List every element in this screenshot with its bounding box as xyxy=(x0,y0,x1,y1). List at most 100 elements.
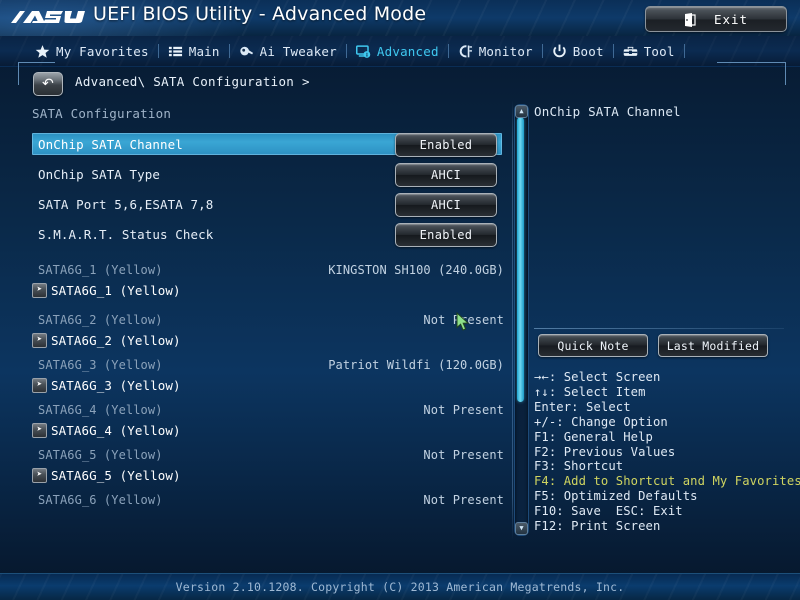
exit-button[interactable]: Exit xyxy=(645,6,787,32)
help-title: OnChip SATA Channel xyxy=(534,104,681,119)
menu-bar: My Favorites Main Ai Tweaker Advanced Mo… xyxy=(0,36,800,67)
value-button-sata-port-5678[interactable]: AHCI xyxy=(395,193,497,217)
device-name: SATA6G_2 (Yellow) xyxy=(38,313,163,327)
key-legend-item: +/-: Change Option xyxy=(534,414,668,429)
tab-tool[interactable]: Tool xyxy=(614,36,684,66)
last-modified-button[interactable]: Last Modified xyxy=(658,334,768,357)
device-name: SATA6G_1 (Yellow) xyxy=(38,263,163,277)
menu-separator xyxy=(447,44,449,58)
quick-note-label: Quick Note xyxy=(557,338,629,353)
advanced-icon xyxy=(355,44,371,59)
scrollbar-down-button[interactable]: ▼ xyxy=(515,522,528,535)
device-name: SATA6G_4 (Yellow) xyxy=(38,403,163,417)
scrollbar-thumb[interactable] xyxy=(517,117,524,402)
key-legend-item: →←: Select Screen xyxy=(534,370,661,384)
key-legend-item: Enter: Select xyxy=(534,399,631,414)
tab-monitor[interactable]: Monitor xyxy=(449,36,542,66)
device-row: SATA6G_4 (Yellow) Not Present xyxy=(32,403,512,421)
tab-boot[interactable]: Boot xyxy=(543,36,613,66)
tab-main-label: Main xyxy=(188,43,220,59)
device-submenu[interactable]: ➤ SATA6G_1 (Yellow) xyxy=(32,281,181,299)
asus-logo xyxy=(11,11,85,23)
device-value: Not Present xyxy=(423,493,504,507)
scrollbar-up-button[interactable]: ▲ xyxy=(515,105,528,118)
device-submenu-label: SATA6G_1 (Yellow) xyxy=(51,282,181,298)
key-legend-item: F3: Shortcut xyxy=(534,459,624,474)
device-submenu[interactable]: ➤ SATA6G_4 (Yellow) xyxy=(32,421,181,439)
key-legend: →←: Select Screen ↑↓: Select Item Enter:… xyxy=(534,370,800,534)
exit-door-icon xyxy=(684,12,696,27)
value-button-onchip-sata-type[interactable]: AHCI xyxy=(395,163,497,187)
chevron-right-icon: ➤ xyxy=(32,422,47,438)
device-submenu-label: SATA6G_3 (Yellow) xyxy=(51,377,181,393)
value-label: AHCI xyxy=(430,168,462,182)
value-label: Enabled xyxy=(419,228,473,242)
option-label: OnChip SATA Type xyxy=(38,166,161,182)
toolbox-icon xyxy=(623,44,638,59)
scroll-up-arrow-icon: ▲ xyxy=(519,107,524,115)
option-label: SATA Port 5,6,ESATA 7,8 xyxy=(38,196,214,212)
value-label: Enabled xyxy=(419,138,473,152)
breadcrumb: Advanced\ SATA Configuration > xyxy=(75,74,310,89)
title-bar: UEFI BIOS Utility - Advanced Mode Exit xyxy=(0,0,800,36)
device-submenu-label: SATA6G_4 (Yellow) xyxy=(51,422,181,438)
menu-separator xyxy=(228,44,230,58)
tab-tool-label: Tool xyxy=(643,43,675,59)
tweaker-icon xyxy=(239,44,254,59)
value-label: AHCI xyxy=(430,198,462,212)
tab-ai-tweaker[interactable]: Ai Tweaker xyxy=(230,36,346,66)
bracket-decoration-right xyxy=(717,62,786,85)
device-value: KINGSTON SH100 (240.0GB) xyxy=(328,263,504,277)
help-divider xyxy=(534,328,784,329)
menu-separator xyxy=(612,44,614,58)
bracket-decoration-left xyxy=(18,62,55,85)
menu-items: My Favorites Main Ai Tweaker Advanced Mo… xyxy=(26,36,685,66)
monitor-icon xyxy=(458,44,473,59)
quick-note-button[interactable]: Quick Note xyxy=(538,334,648,357)
section-title: SATA Configuration xyxy=(32,106,172,121)
menu-separator xyxy=(683,44,685,58)
device-name: SATA6G_6 (Yellow) xyxy=(38,493,163,507)
device-value: Patriot Wildfi (120.0GB) xyxy=(328,358,504,372)
footer-version-text: Version 2.10.1208. Copyright (C) 2013 Am… xyxy=(175,580,625,594)
tab-main[interactable]: Main xyxy=(159,36,229,66)
scrollbar-track[interactable] xyxy=(514,104,529,536)
value-button-smart-status-check[interactable]: Enabled xyxy=(395,223,497,247)
tab-advanced[interactable]: Advanced xyxy=(347,36,448,66)
device-name: SATA6G_5 (Yellow) xyxy=(38,448,163,462)
main-settings-panel: SATA Configuration OnChip SATA Channel E… xyxy=(24,100,512,540)
option-label: OnChip SATA Channel xyxy=(38,136,183,152)
tab-boot-label: Boot xyxy=(572,43,604,59)
key-legend-item: F1: General Help xyxy=(534,429,653,444)
device-value: Not Present xyxy=(423,403,504,417)
device-row: SATA6G_1 (Yellow) KINGSTON SH100 (240.0G… xyxy=(32,263,512,281)
menu-separator xyxy=(157,44,159,58)
tab-monitor-label: Monitor xyxy=(478,43,533,59)
value-button-onchip-sata-channel[interactable]: Enabled xyxy=(395,133,497,157)
device-submenu-label: SATA6G_2 (Yellow) xyxy=(51,332,181,348)
device-value: Not Present xyxy=(423,313,504,327)
device-row: SATA6G_6 (Yellow) Not Present xyxy=(32,493,512,511)
device-row: SATA6G_5 (Yellow) Not Present xyxy=(32,448,512,466)
tab-ai-tweaker-label: Ai Tweaker xyxy=(259,43,337,59)
scroll-down-arrow-icon: ▼ xyxy=(519,524,524,532)
key-legend-item: F5: Optimized Defaults xyxy=(534,489,698,504)
device-submenu[interactable]: ➤ SATA6G_3 (Yellow) xyxy=(32,376,181,394)
power-icon xyxy=(552,44,567,59)
device-submenu[interactable]: ➤ SATA6G_5 (Yellow) xyxy=(32,466,181,484)
key-legend-item: F12: Print Screen xyxy=(534,519,661,534)
key-legend-item-highlighted: F4: Add to Shortcut and My Favorites xyxy=(534,474,800,489)
tab-advanced-label: Advanced xyxy=(376,43,439,59)
chevron-right-icon: ➤ xyxy=(32,332,47,348)
help-buttons: Quick Note Last Modified xyxy=(538,334,768,357)
key-legend-item: F2: Previous Values xyxy=(534,444,676,459)
device-submenu[interactable]: ➤ SATA6G_2 (Yellow) xyxy=(32,331,181,349)
tab-my-favorites-label: My Favorites xyxy=(56,43,149,59)
menu-separator xyxy=(541,44,543,58)
chevron-right-icon: ➤ xyxy=(32,467,47,483)
key-legend-item: F10: Save ESC: Exit xyxy=(534,504,683,519)
device-name: SATA6G_3 (Yellow) xyxy=(38,358,163,372)
device-value: Not Present xyxy=(423,448,504,462)
list-icon xyxy=(168,44,183,59)
device-row: SATA6G_2 (Yellow) Not Present xyxy=(32,313,512,331)
